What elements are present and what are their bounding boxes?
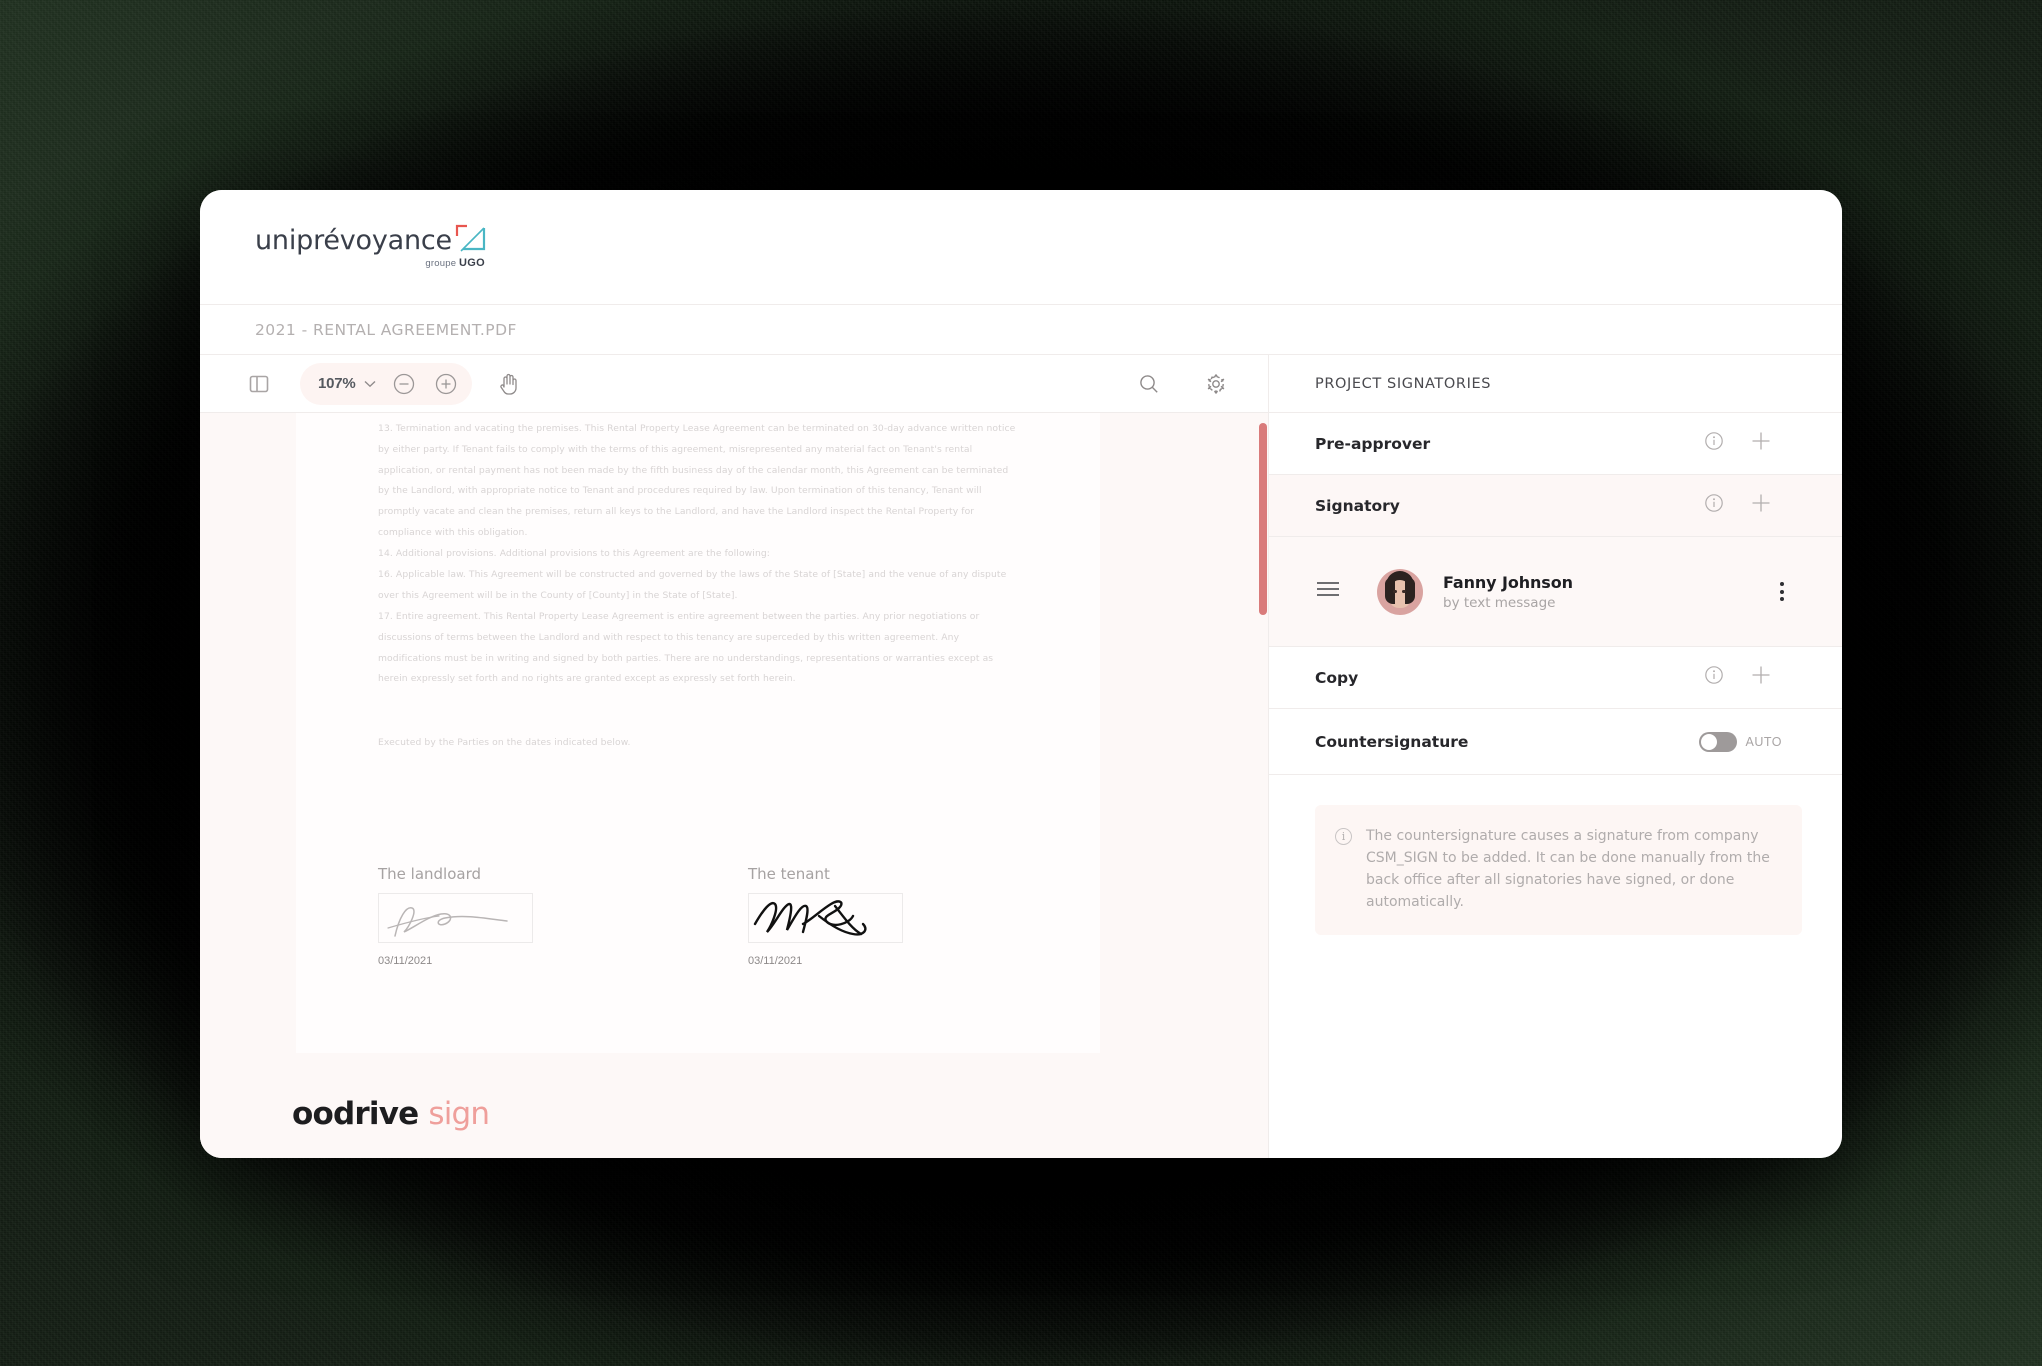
zoom-level-value[interactable]: 107% [318,375,356,392]
panel-header-title: PROJECT SIGNATORIES [1315,375,1492,392]
avatar [1377,568,1423,615]
signatory-method: by text message [1443,594,1556,611]
add-icon[interactable] [1750,430,1772,457]
doc-paragraph: 16. Applicable law. This Agreement will … [378,569,1007,601]
row-label: Pre-approver [1315,434,1431,453]
viewer-toolbar: 107% [200,355,1268,413]
panel-row-copy[interactable]: Copy [1269,647,1842,709]
panel-row-signatory[interactable]: Signatory [1269,475,1842,537]
oodrive-sign-logo: oodrive sign [292,1096,490,1132]
zoom-control-group: 107% [300,362,472,405]
search-icon[interactable] [1138,373,1160,395]
doc-executed-line: Executed by the Parties on the dates ind… [378,737,631,748]
signatories-panel: PROJECT SIGNATORIES Pre-approver Signato… [1269,355,1842,1158]
logo-sub-prefix: groupe [425,258,457,269]
pdf-viewer: 107% 13. Termination and vacating the pr… [200,355,1269,1158]
countersignature-info-text: The countersignature causes a signature … [1366,828,1770,910]
gear-icon[interactable] [1204,372,1228,396]
signature-box [748,893,903,943]
doc-paragraph: 13. Termination and vacating the premise… [378,423,1016,538]
company-logo-subtitle: groupe UGO [425,257,485,269]
info-icon[interactable] [1704,493,1724,518]
drag-handle-icon[interactable] [1315,579,1341,604]
info-icon[interactable] [1704,431,1724,456]
oodrive-logo-dark: oodrive [292,1096,419,1132]
company-logo-mark-icon [454,223,487,253]
chevron-down-icon[interactable] [364,375,376,393]
signature-label: The landloard [378,865,482,883]
info-icon: i [1335,828,1352,845]
doc-paragraph: 17. Entire agreement. This Rental Proper… [378,611,994,685]
signatory-list-item[interactable]: Fanny Johnson by text message [1269,537,1842,647]
page-scroll-area[interactable]: 13. Termination and vacating the premise… [200,413,1268,1070]
viewer-scrollbar[interactable] [1259,423,1267,615]
plus-circle-icon[interactable] [432,370,460,398]
countersignature-label: Countersignature [1315,732,1469,751]
main-split: 107% 13. Termination and vacating the pr… [200,355,1842,1158]
document-title: 2021 - RENTAL AGREEMENT.PDF [255,320,517,339]
auto-toggle-label: AUTO [1745,734,1782,749]
company-logo: uniprévoyance groupe UGO [255,223,487,269]
countersignature-info-box: i The countersignature causes a signatur… [1315,805,1802,935]
row-label: Signatory [1315,496,1400,515]
doc-paragraph: 14. Additional provisions. Additional pr… [378,548,770,559]
signature-date: 03/11/2021 [748,955,803,967]
signature-label: The tenant [748,865,830,883]
signatory-name: Fanny Johnson [1443,572,1573,592]
minus-circle-icon[interactable] [390,370,418,398]
countersignature-row: Countersignature AUTO [1269,709,1842,775]
company-logo-wordmark: uniprévoyance [255,225,452,256]
kebab-menu-icon[interactable] [1780,582,1784,601]
add-icon[interactable] [1750,664,1772,691]
pdf-page: 13. Termination and vacating the premise… [296,413,1100,1053]
hand-tool-icon[interactable] [498,372,520,396]
row-label: Copy [1315,668,1359,687]
logo-sub-bold: UGO [459,257,485,269]
brand-header: uniprévoyance groupe UGO [200,190,1842,305]
app-window: uniprévoyance groupe UGO 2021 - RENTAL A… [200,190,1842,1158]
auto-countersignature-toggle[interactable] [1698,731,1737,752]
oodrive-logo-light: sign [428,1096,490,1132]
panel-header: PROJECT SIGNATORIES [1269,355,1842,413]
add-icon[interactable] [1750,492,1772,519]
signature-box [378,893,533,943]
viewer-footer: oodrive sign [200,1070,1268,1158]
signature-date: 03/11/2021 [378,955,433,967]
sidebar-panel-icon[interactable] [248,373,270,395]
panel-row-pre-approver[interactable]: Pre-approver [1269,413,1842,475]
document-title-bar: 2021 - RENTAL AGREEMENT.PDF [200,305,1842,355]
info-icon[interactable] [1704,665,1724,690]
